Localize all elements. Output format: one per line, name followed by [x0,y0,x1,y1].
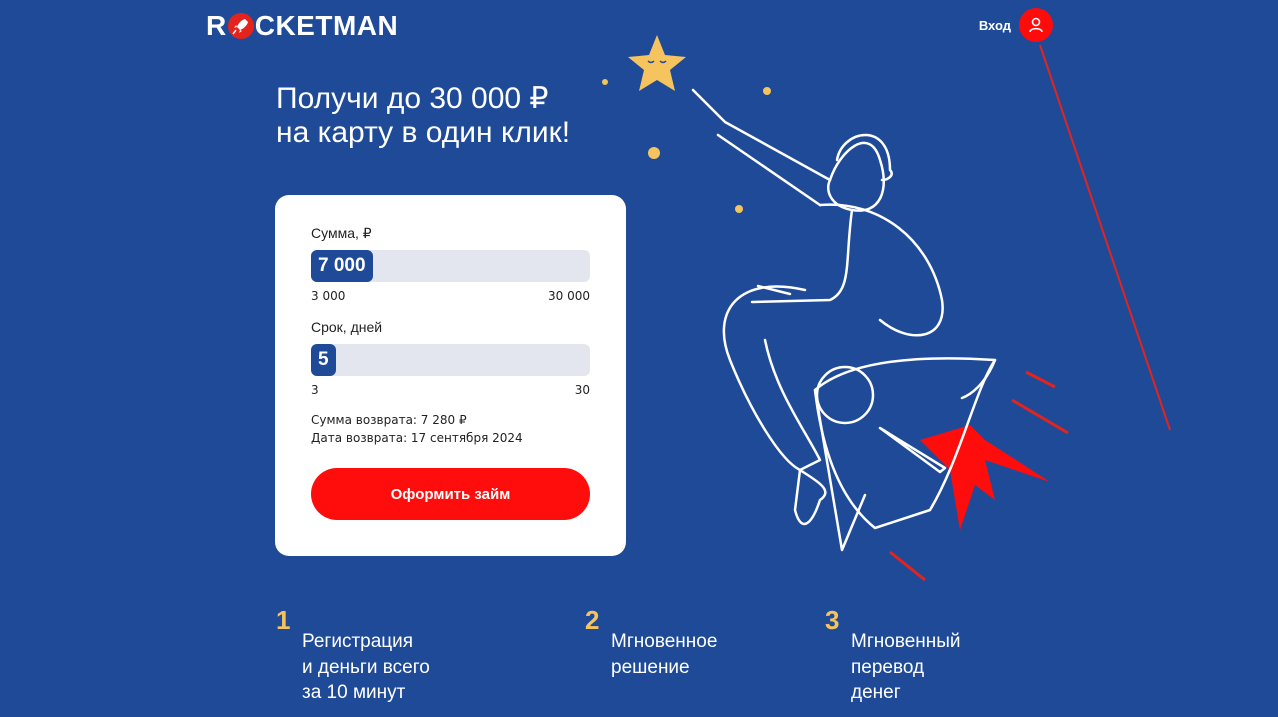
headline-line-2: на карту в один клик! [276,116,571,149]
rocket-icon [227,13,254,39]
dot [735,205,743,213]
amount-slider[interactable]: 7 000 [311,250,590,282]
amount-max: 30 000 [548,289,590,303]
step-text-line: перевод [851,656,925,678]
return-sum: Сумма возврата: 7 280 ₽ [311,413,467,427]
term-range: 3 30 [311,383,590,397]
step-text-line: за 10 минут [302,682,406,703]
step-text-line: Мгновенный [851,631,961,652]
logo-letters-rest: CKETMAN [254,10,399,41]
hero-headline: Получи до 30 000 ₽ на карту в один клик! [276,82,570,150]
step-text-line: и деньги всего [302,656,430,678]
return-date: Дата возврата: 17 сентября 2024 [311,431,523,445]
logo[interactable]: R CKETMAN [206,10,398,42]
step-number: 3 [825,605,840,635]
amount-range: 3 000 30 000 [311,289,590,303]
headline-line-1: Получи до 30 000 ₽ [276,82,549,115]
logo-letter-r: R [206,10,227,41]
term-slider[interactable]: 5 [311,344,590,376]
step-number: 2 [585,605,600,635]
astronaut-rocket-illustration [602,35,1171,582]
step-text: Регистрация и деньги всего за 10 минут [302,629,542,706]
step-text: Мгновенный перевод денег [851,629,1091,706]
dot [763,87,771,95]
term-max: 30 [574,383,590,397]
pointer-line [1039,44,1171,431]
loan-calculator-card: Сумма, ₽ 7 000 3 000 30 000 Срок, дней 5… [275,195,626,556]
person-outline [691,88,944,525]
dot [648,147,660,159]
rocket-flame [920,425,1050,530]
amount-label: Сумма, ₽ [311,225,372,241]
step-text-line: денег [851,682,901,703]
step-number: 1 [276,605,291,635]
term-label: Срок, дней [311,319,383,335]
step-text-line: Регистрация [302,631,414,652]
amount-min: 3 000 [311,289,346,303]
step-text-line: Мгновенное [611,631,718,652]
step-text-line: решение [611,656,690,678]
term-min: 3 [311,383,319,397]
amount-slider-thumb[interactable]: 7 000 [311,250,373,282]
apply-loan-button[interactable]: Оформить займ [311,468,590,520]
term-slider-thumb[interactable]: 5 [311,344,336,376]
star-icon [628,35,686,91]
step-text: Мгновенное решение [611,629,851,680]
dot [602,79,608,85]
